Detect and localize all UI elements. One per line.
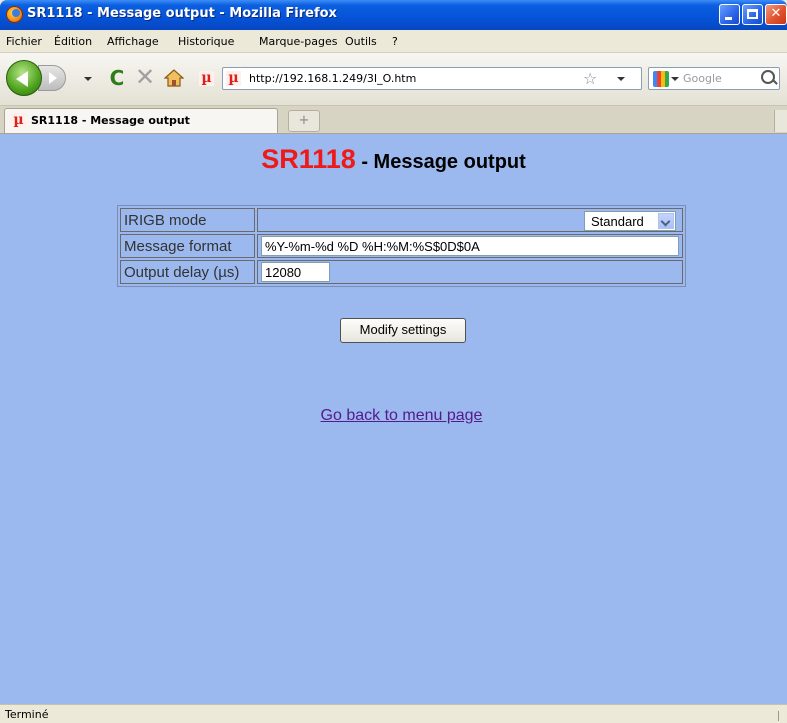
status-text: Terminé (5, 708, 49, 721)
message-format-cell: %Y-%m-%d %D %H:%M:%S$0D$0A (257, 234, 683, 258)
message-format-label: Message format (120, 234, 255, 258)
page-content: SR1118 - Message output IRIGB mode Stand… (0, 134, 787, 704)
tab-message-output[interactable]: µ SR1118 - Message output (4, 108, 278, 133)
search-engine-icon[interactable] (653, 71, 669, 87)
history-dropdown-icon[interactable] (84, 77, 92, 81)
status-bar: Terminé (0, 704, 787, 723)
stop-icon[interactable]: ✕ (134, 65, 156, 89)
table-row: IRIGB mode Standard (120, 208, 683, 232)
maximize-icon (747, 9, 758, 19)
search-icon[interactable] (761, 70, 775, 84)
window-title-bar: SR1118 - Message output - Mozilla Firefo… (0, 0, 787, 30)
output-delay-cell: 12080 (257, 260, 683, 284)
tab-label: SR1118 - Message output (31, 114, 190, 127)
irigb-mode-select[interactable]: Standard (584, 211, 676, 231)
site-identity-icon[interactable]: µ (199, 71, 214, 86)
search-placeholder[interactable]: Google (683, 72, 722, 85)
menu-historique[interactable]: Historique (178, 35, 234, 48)
reload-icon[interactable]: C (107, 68, 127, 88)
message-format-field[interactable]: %Y-%m-%d %D %H:%M:%S$0D$0A (261, 236, 679, 256)
menu-affichage[interactable]: Affichage (107, 35, 159, 48)
new-tab-button[interactable]: + (288, 110, 320, 132)
chevron-down-icon[interactable] (658, 213, 674, 229)
irigb-mode-cell: Standard (257, 208, 683, 232)
tab-list-button[interactable] (774, 110, 787, 132)
url-favicon-icon: µ (226, 71, 241, 86)
close-button[interactable]: ✕ (765, 4, 787, 25)
menu-fichier[interactable]: Fichier (6, 35, 42, 48)
output-delay-field[interactable]: 12080 (261, 262, 330, 282)
tab-strip: µ SR1118 - Message output + (0, 106, 787, 134)
back-to-menu-link[interactable]: Go back to menu page (0, 407, 787, 425)
resize-grip-icon[interactable] (778, 711, 779, 721)
address-bar[interactable]: µ http://192.168.1.249/3I_O.htm ☆ (222, 67, 642, 90)
menu-outils[interactable]: Outils (345, 35, 377, 48)
search-bar[interactable]: Google (648, 67, 780, 90)
close-icon: ✕ (770, 6, 782, 21)
url-text[interactable]: http://192.168.1.249/3I_O.htm (249, 72, 416, 85)
maximize-button[interactable] (742, 4, 763, 25)
window-title: SR1118 - Message output - Mozilla Firefo… (27, 6, 337, 21)
menu-help[interactable]: ? (392, 35, 398, 48)
minimize-button[interactable] (719, 4, 740, 25)
irigb-mode-value: Standard (591, 214, 644, 229)
bookmark-star-icon[interactable]: ☆ (583, 69, 597, 88)
firefox-icon (6, 6, 23, 23)
irigb-mode-label: IRIGB mode (120, 208, 255, 232)
url-dropdown-icon[interactable] (617, 77, 625, 81)
home-icon[interactable] (164, 69, 184, 87)
page-title-subtitle: - Message output (355, 151, 526, 173)
menu-edition[interactable]: Édition (54, 35, 92, 48)
menu-marque-pages[interactable]: Marque-pages (259, 35, 337, 48)
output-delay-label: Output delay (µs) (120, 260, 255, 284)
menu-bar: Fichier Édition Affichage Historique Mar… (0, 30, 787, 53)
forward-button[interactable] (38, 65, 66, 91)
page-title: SR1118 - Message output (0, 144, 787, 175)
back-button[interactable] (6, 60, 42, 96)
settings-table: IRIGB mode Standard Message format %Y-%m… (117, 205, 686, 287)
page-title-brand: SR1118 (261, 144, 356, 174)
table-row: Message format %Y-%m-%d %D %H:%M:%S$0D$0… (120, 234, 683, 258)
search-engine-dropdown-icon[interactable] (671, 77, 679, 81)
navigation-toolbar: C ✕ µ µ http://192.168.1.249/3I_O.htm ☆ … (0, 53, 787, 106)
minimize-icon (725, 17, 732, 20)
tab-favicon-icon: µ (11, 113, 26, 128)
modify-settings-button[interactable]: Modify settings (340, 318, 466, 343)
table-row: Output delay (µs) 12080 (120, 260, 683, 284)
